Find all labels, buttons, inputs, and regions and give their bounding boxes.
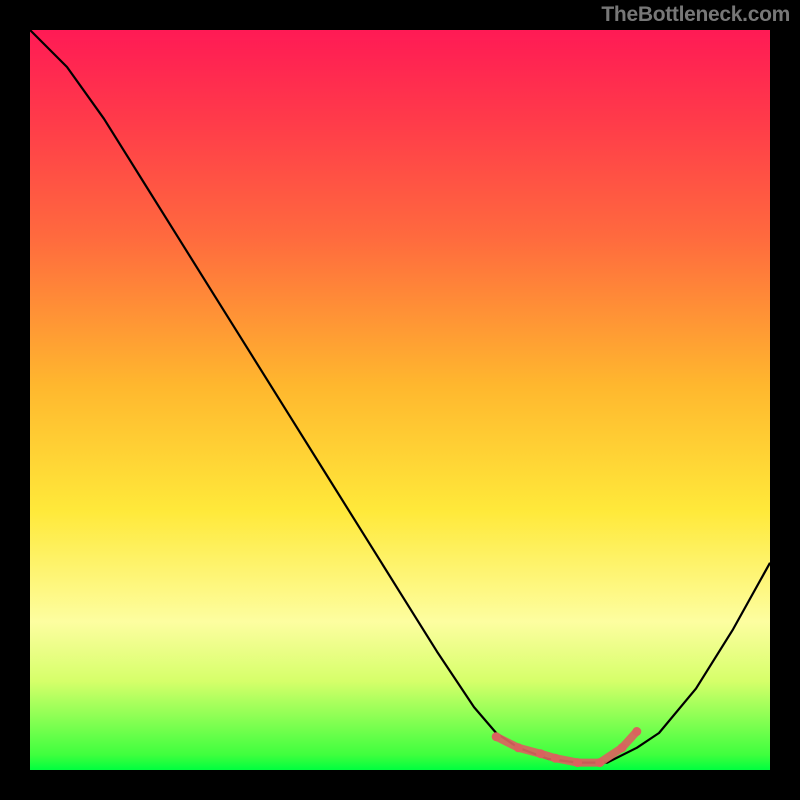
curve-layer: [30, 30, 770, 770]
bottleneck-curve: [30, 30, 770, 763]
marker-dot: [632, 727, 641, 736]
marker-dot: [536, 749, 545, 758]
watermark-text: TheBottleneck.com: [601, 3, 790, 27]
plot-area: [30, 30, 770, 770]
marker-dot: [492, 732, 501, 741]
marker-dot: [551, 754, 560, 763]
marker-dot: [595, 758, 604, 767]
chart-frame: TheBottleneck.com: [0, 0, 800, 800]
marker-dot: [618, 743, 627, 752]
marker-dot: [514, 743, 523, 752]
marker-dot: [573, 758, 582, 767]
